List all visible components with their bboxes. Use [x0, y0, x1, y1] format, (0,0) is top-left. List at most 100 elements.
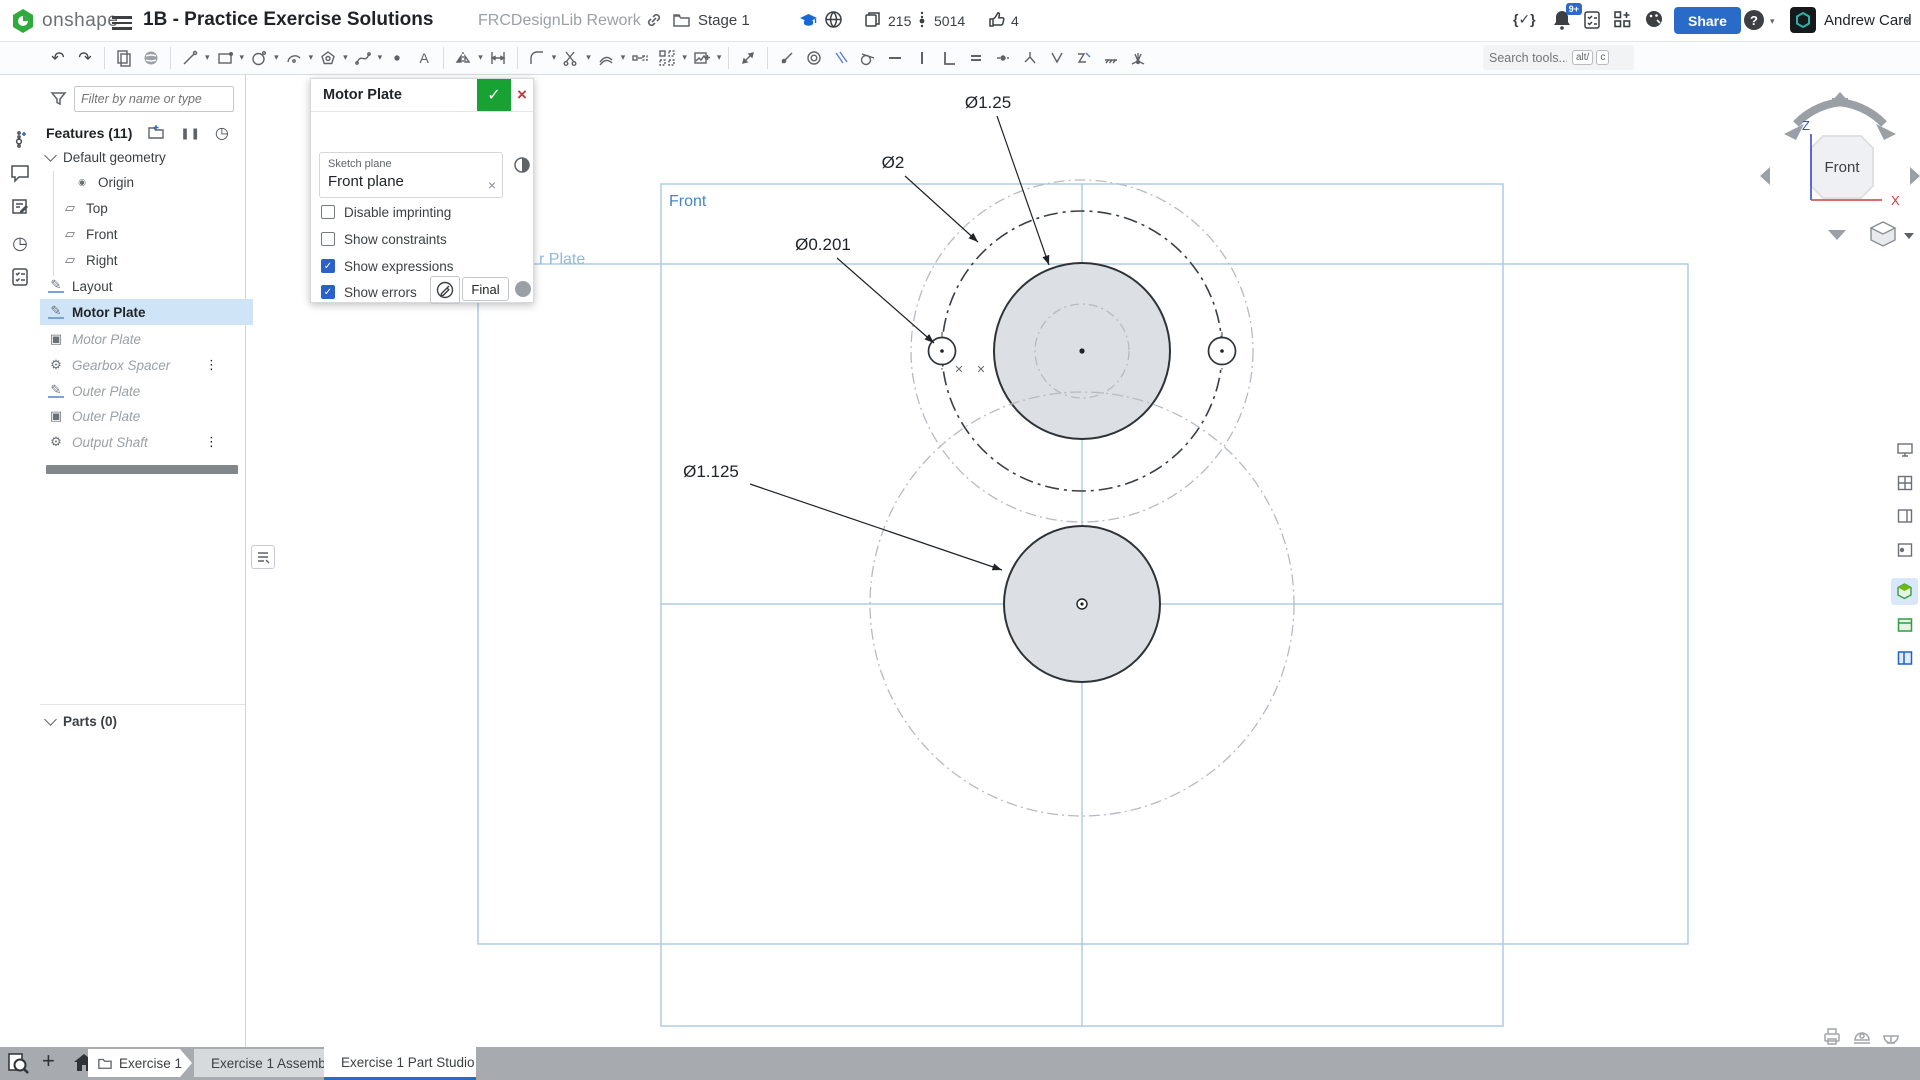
point-tool[interactable] — [385, 45, 409, 71]
redo-button[interactable]: ↷ — [73, 45, 97, 71]
tab-exercise-1[interactable]: Exercise 1 — [88, 1049, 192, 1077]
edit-sketch-dimension-button[interactable] — [430, 276, 460, 304]
measure-tool[interactable] — [736, 45, 760, 71]
tree-group-default-geometry[interactable]: Default geometry — [40, 144, 251, 170]
tree-item-outer-plate-sketch[interactable]: ✎ Outer Plate — [40, 378, 253, 404]
option-show-expressions[interactable]: ✓ Show expressions — [321, 256, 454, 276]
undo-button[interactable]: ↶ — [46, 45, 70, 71]
satellite-dish-icon[interactable] — [1880, 1026, 1902, 1046]
avatar[interactable] — [1790, 7, 1816, 33]
dim-bolt-circle-label[interactable]: Ø2 — [882, 153, 905, 172]
checkbox-unchecked[interactable] — [321, 232, 335, 246]
share-button[interactable]: Share — [1674, 7, 1741, 34]
clear-field-icon[interactable]: × — [488, 177, 496, 193]
theme-palette-icon[interactable] — [1644, 9, 1664, 29]
rollback-bar[interactable] — [46, 465, 238, 474]
tree-item-output-shaft[interactable]: ⚙ Output Shaft ⋮ — [40, 429, 253, 455]
edit-notes-icon[interactable] — [8, 195, 32, 219]
rollback-clock-icon[interactable]: ◷ — [215, 123, 229, 143]
rotate-left-arrowhead[interactable] — [1784, 124, 1804, 140]
rotate-right-arrowhead[interactable] — [1876, 124, 1896, 140]
offset-tool-caret-icon[interactable]: ▾ — [621, 52, 626, 63]
copies-icon[interactable] — [863, 10, 882, 29]
horizontal-constraint-icon[interactable] — [883, 45, 907, 71]
dimension-tool[interactable] — [486, 45, 510, 71]
equal-constraint-icon[interactable] — [964, 45, 988, 71]
fillet-tool-caret-icon[interactable]: ▾ — [552, 52, 557, 63]
upper-center-point[interactable] — [1079, 348, 1084, 353]
hamburger-menu-icon[interactable] — [112, 13, 132, 33]
circle-tool[interactable] — [247, 45, 271, 71]
rectangle-tool[interactable] — [213, 45, 237, 71]
checkbox-unchecked[interactable] — [321, 205, 335, 219]
arc-tool[interactable] — [282, 45, 306, 71]
tree-item-layout[interactable]: ✎ Layout — [40, 273, 253, 299]
help-caret-icon[interactable]: ▾ — [1770, 16, 1775, 27]
user-caret-icon[interactable]: ▾ — [1905, 16, 1910, 27]
apps-grid-icon[interactable] — [1613, 10, 1632, 29]
coincident-constraint-icon[interactable] — [775, 45, 799, 71]
spline-tool[interactable] — [351, 45, 375, 71]
onshape-logo[interactable]: onshape — [10, 8, 118, 34]
view-mode-cube-icon[interactable] — [1871, 222, 1895, 246]
tree-item-gearbox-spacer[interactable]: ⚙ Gearbox Spacer ⋮ — [40, 352, 253, 378]
dim-bore-label[interactable]: Ø1.25 — [965, 93, 1011, 112]
final-button[interactable]: Final — [462, 277, 509, 301]
document-title[interactable]: 1B - Practice Exercise Solutions — [143, 9, 433, 31]
trim-tool[interactable] — [559, 45, 583, 71]
perpendicular-constraint-icon[interactable] — [937, 45, 961, 71]
view-cube-face-label[interactable]: Front — [1824, 159, 1860, 176]
comment-icon[interactable] — [8, 161, 32, 185]
trim-tool-caret-icon[interactable]: ▾ — [586, 52, 591, 63]
option-show-errors[interactable]: ✓ Show errors — [321, 282, 417, 302]
breadcrumb-folder[interactable]: Stage 1 — [698, 12, 750, 29]
tool-search-input[interactable] — [1487, 50, 1569, 66]
tilt-up-arrow-icon[interactable] — [1831, 92, 1849, 102]
view-cube[interactable]: Front Z X — [1752, 88, 1920, 264]
dim-shaft-label[interactable]: Ø1.125 — [683, 462, 739, 481]
printer-icon[interactable] — [1821, 1026, 1843, 1046]
tool-search-box[interactable]: alt/ c — [1483, 45, 1634, 70]
tree-item-motor-plate-extrude[interactable]: ▣ Motor Plate — [40, 326, 253, 352]
copy-paste-icon[interactable] — [112, 45, 136, 71]
midpoint-constraint-icon[interactable] — [991, 45, 1015, 71]
tree-item-origin[interactable]: ◉ Origin — [40, 169, 279, 195]
monitor-view-icon[interactable] — [1891, 436, 1918, 463]
parallel-constraint-icon[interactable] — [829, 45, 853, 71]
link-icon[interactable] — [645, 11, 663, 29]
follow-pin-icon[interactable] — [8, 129, 32, 153]
help-icon[interactable]: ? — [1744, 10, 1764, 30]
filter-funnel-icon[interactable] — [50, 90, 67, 110]
overflow-dots-icon[interactable]: ⋮ — [205, 357, 217, 373]
fillet-tool[interactable] — [525, 45, 549, 71]
globe-icon[interactable] — [824, 10, 843, 29]
shaded-cube-icon[interactable] — [1891, 578, 1918, 605]
green-panel-icon[interactable] — [1891, 611, 1918, 638]
mate-connector-icon[interactable] — [511, 154, 533, 176]
polygon-tool-caret-icon[interactable]: ▾ — [343, 52, 348, 63]
tilt-down-arrow-icon[interactable] — [1828, 230, 1846, 240]
dim-hole-label[interactable]: Ø0.201 — [795, 235, 851, 254]
user-name[interactable]: Andrew Card — [1824, 12, 1912, 29]
circular-pattern-caret-icon[interactable]: ▾ — [682, 52, 687, 63]
insert-image-tool[interactable] — [690, 45, 714, 71]
appearance-icon[interactable] — [139, 45, 163, 71]
rotate-right-arrow-icon[interactable] — [1832, 102, 1884, 124]
tab-exercise-1-assembly[interactable]: Exercise 1 Assembly — [194, 1049, 337, 1077]
webcam-dome-icon[interactable] — [1851, 1026, 1873, 1046]
linear-pattern-tool[interactable] — [628, 45, 652, 71]
tree-item-right[interactable]: ▱ Right — [40, 247, 267, 273]
mirror-tool[interactable] — [451, 45, 475, 71]
feature-list-toggle-button[interactable] — [251, 545, 275, 569]
rectangle-tool-caret-icon[interactable]: ▾ — [240, 52, 245, 63]
blue-panel-icon[interactable] — [1891, 644, 1918, 671]
option-show-constraints[interactable]: Show constraints — [321, 229, 447, 249]
confirm-button[interactable]: ✓ — [477, 79, 511, 111]
parts-header-row[interactable]: Parts (0) — [40, 708, 251, 734]
symmetric-constraint-icon[interactable] — [1045, 45, 1069, 71]
followers-icon[interactable] — [917, 10, 927, 29]
pierce-constraint-icon[interactable] — [1126, 45, 1150, 71]
tab-exercise-1-part-studio[interactable]: Exercise 1 Part Studio — [324, 1047, 476, 1080]
filter-box[interactable] — [74, 86, 234, 112]
tree-item-top[interactable]: ▱ Top — [40, 195, 267, 221]
